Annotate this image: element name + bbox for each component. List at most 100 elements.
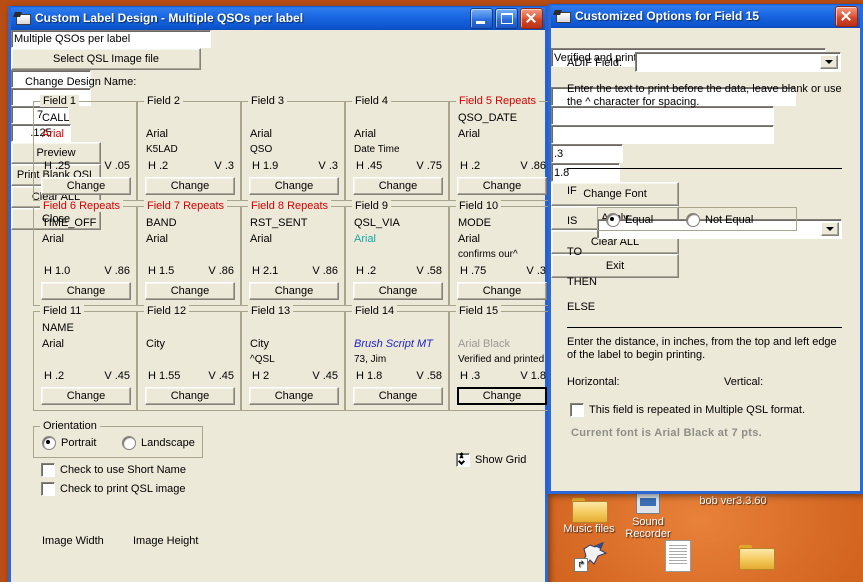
- field-change-label: Change: [378, 390, 418, 402]
- field-group-10: Field 10 MODE Arial confirms our^ H .75 V .3 C…: [449, 200, 553, 306]
- field-change-button[interactable]: Change: [41, 177, 131, 195]
- to-label: TO: [567, 246, 583, 258]
- close-button[interactable]: [835, 5, 858, 27]
- field-caption: Field 3: [248, 95, 288, 107]
- checkbox-print-qsl-image[interactable]: Check to print QSL image: [41, 482, 186, 496]
- radio-landscape[interactable]: Landscape: [122, 436, 195, 450]
- field-font-name: Arial: [250, 128, 273, 140]
- checkbox-repeated-multiple-qsl[interactable]: This field is repeated in Multiple QSL f…: [570, 403, 805, 417]
- field-position: H .75 V .3: [460, 265, 546, 277]
- field-extra-text: Verified and printed: [458, 354, 545, 365]
- desktop-icon-folder[interactable]: [718, 542, 794, 570]
- field-font-name: Brush Script MT: [354, 338, 433, 350]
- field-change-button[interactable]: Change: [41, 282, 131, 300]
- design-name-input[interactable]: Multiple QSOs per label: [11, 30, 211, 48]
- left-window-buttons: [470, 7, 543, 29]
- field-change-button[interactable]: Change: [457, 282, 547, 300]
- field-font-name: Arial: [42, 338, 65, 350]
- field-font-name: Arial: [42, 233, 65, 245]
- field-caption: Field 11: [40, 305, 85, 317]
- checkbox-show-grid[interactable]: Show Grid: [456, 453, 526, 467]
- right-window-titlebar[interactable]: Customized Options for Field 15: [551, 4, 860, 28]
- field-font-name: City: [146, 338, 165, 350]
- field-position: H 1.55 V .45: [148, 370, 234, 382]
- field-adif-name: BAND: [146, 217, 177, 229]
- field-horizontal: H .3: [460, 370, 481, 382]
- field-change-label: Change: [170, 390, 210, 402]
- checkbox-short-name[interactable]: Check to use Short Name: [41, 463, 186, 477]
- else-input[interactable]: [551, 125, 774, 144]
- desktop-icon-pegasus-mail[interactable]: ↱: [556, 540, 632, 572]
- field-change-button[interactable]: Change: [249, 282, 339, 300]
- field-vertical: V .05: [104, 160, 130, 172]
- field-change-label: Change: [66, 180, 106, 192]
- chevron-down-icon[interactable]: [820, 55, 838, 69]
- field-vertical: V .75: [416, 160, 442, 172]
- field-change-button[interactable]: Change: [145, 177, 235, 195]
- field-position: H .25 V .05: [44, 160, 130, 172]
- left-window-title: Custom Label Design - Multiple QSOs per …: [35, 11, 304, 25]
- image-width-label: Image Width: [42, 535, 104, 547]
- horizontal-input[interactable]: .3: [551, 144, 623, 163]
- field-change-button[interactable]: Change: [457, 387, 547, 405]
- field-caption: Field 13: [248, 305, 294, 317]
- customized-options-window[interactable]: Customized Options for Field 15 ADIF Fie…: [548, 4, 863, 494]
- field-change-label: Change: [66, 390, 106, 402]
- window-menu-icon[interactable]: [555, 9, 571, 23]
- prefix-help-text: Enter the text to print before the data,…: [567, 83, 842, 108]
- radio-not-equal[interactable]: Not Equal: [686, 213, 753, 227]
- field-change-button[interactable]: Change: [353, 282, 443, 300]
- field-font-name: Arial: [146, 233, 169, 245]
- field-horizontal: H 1.5: [148, 265, 175, 277]
- field-caption: Field 10: [456, 200, 502, 212]
- field-change-button[interactable]: Change: [41, 387, 131, 405]
- checkbox-indicator: [570, 403, 584, 417]
- checkbox-indicator: [41, 482, 55, 496]
- field-change-button[interactable]: Change: [249, 177, 339, 195]
- field-change-button[interactable]: Change: [145, 282, 235, 300]
- field-vertical: V .3: [318, 160, 338, 172]
- chevron-down-icon[interactable]: [821, 222, 839, 236]
- radio-indicator: [122, 436, 136, 450]
- desktop-icon-notepad-doc[interactable]: [640, 540, 716, 574]
- field-position: H .2 V .58: [356, 265, 442, 277]
- field-change-label: Change: [66, 285, 106, 297]
- desktop-icon-bob-ver[interactable]: bob ver3.3.60: [688, 495, 778, 507]
- field-change-label: Change: [482, 285, 522, 297]
- field-change-label: Change: [170, 180, 210, 192]
- field-change-button[interactable]: Change: [249, 387, 339, 405]
- field-position: H 2.1 V .86: [252, 265, 338, 277]
- radio-equal[interactable]: Equal: [606, 213, 653, 227]
- is-label: IS: [567, 215, 578, 227]
- left-window-titlebar[interactable]: Custom Label Design - Multiple QSOs per …: [11, 6, 545, 30]
- field-change-label: Change: [170, 285, 210, 297]
- desktop-icon-label: Music files: [563, 523, 615, 535]
- window-menu-icon[interactable]: [15, 11, 31, 25]
- field-change-label: Change: [274, 285, 314, 297]
- minimize-button[interactable]: [470, 7, 493, 29]
- else-label: ELSE: [567, 301, 596, 313]
- adif-field-combo[interactable]: [635, 52, 841, 72]
- desktop-icon-label: bob ver3.3.60: [699, 495, 767, 507]
- field-horizontal: H .2: [460, 160, 481, 172]
- field-vertical: V .45: [104, 370, 130, 382]
- radio-portrait[interactable]: Portrait: [42, 436, 96, 450]
- field-change-button[interactable]: Change: [145, 387, 235, 405]
- field-horizontal: H .75: [460, 265, 487, 277]
- desktop-icon-sound-recorder[interactable]: Sound Recorder: [615, 492, 681, 540]
- close-button[interactable]: [520, 7, 543, 29]
- field-caption: Field 14: [352, 305, 398, 317]
- select-qsl-image-file-button[interactable]: Select QSL Image file: [11, 48, 201, 70]
- vertical-input[interactable]: 1.8: [551, 163, 620, 182]
- field-change-button[interactable]: Change: [353, 387, 443, 405]
- field-vertical: V .86: [520, 160, 546, 172]
- field-group-3: Field 3 Arial QSO H 1.9 V .3 Change: [241, 95, 345, 201]
- custom-label-design-window[interactable]: Custom Label Design - Multiple QSOs per …: [8, 6, 553, 582]
- field-group-12: Field 12 City H 1.55 V .45 Change: [137, 305, 241, 411]
- checkbox-indicator: [41, 463, 55, 477]
- field-position: H 1.9 V .3: [252, 160, 338, 172]
- field-change-button[interactable]: Change: [353, 177, 443, 195]
- field-change-button[interactable]: Change: [457, 177, 547, 195]
- maximize-button[interactable]: [495, 7, 518, 29]
- field-group-7: Field 7 Repeats BAND Arial H 1.5 V .86 Change: [137, 200, 241, 306]
